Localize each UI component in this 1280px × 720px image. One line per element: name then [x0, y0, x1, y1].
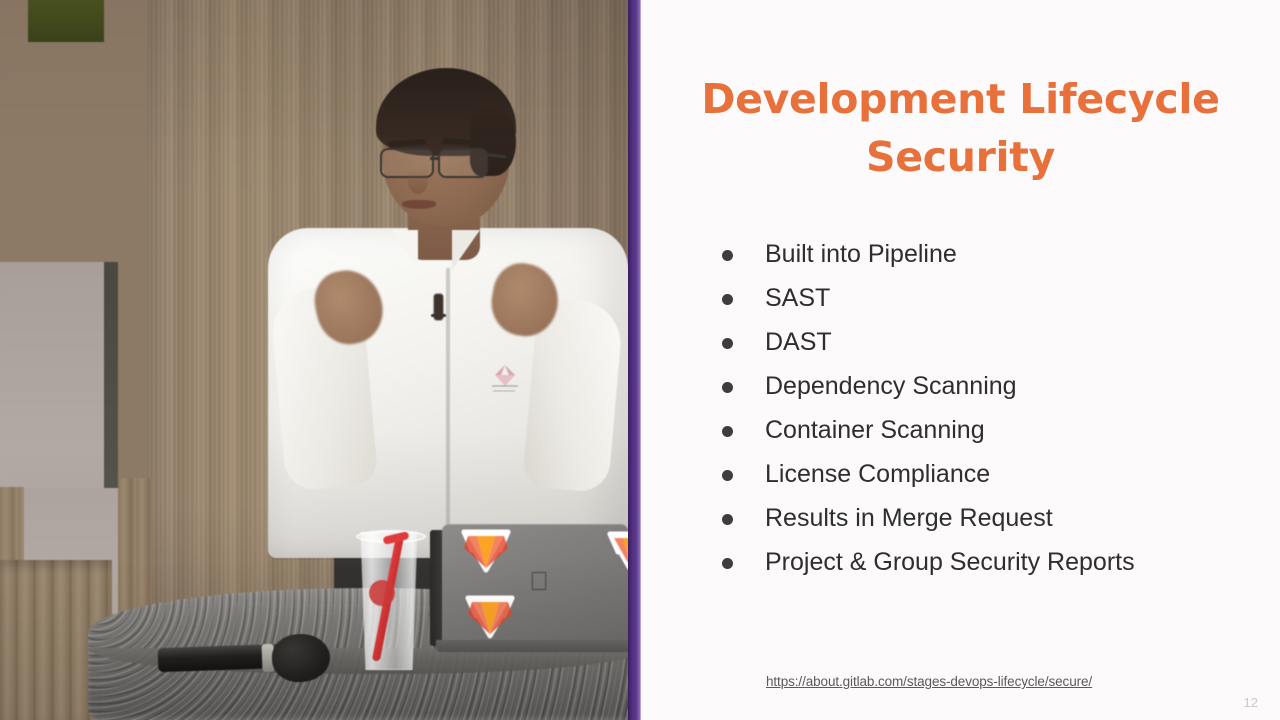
presentation-screenshot:  [0, 0, 1280, 720]
list-item-label: Project & Group Security Reports [765, 548, 1135, 576]
slide-title: Development Lifecycle Security [701, 75, 1220, 181]
speaker-mouth [402, 200, 436, 209]
eyeglass-lens-right [438, 148, 488, 178]
list-item-label: Dependency Scanning [765, 372, 1017, 400]
speaker-nose [408, 168, 428, 194]
list-item-label: Container Scanning [765, 416, 985, 444]
list-item-label: Results in Merge Request [765, 504, 1053, 532]
list-item: License Compliance [713, 452, 1273, 496]
shirt-placket [446, 268, 450, 558]
bullet-dot-icon [722, 558, 733, 569]
source-link[interactable]: https://about.gitlab.com/stages-devops-l… [766, 674, 1092, 689]
pane-divider [628, 0, 641, 720]
bullet-dot-icon [722, 382, 733, 393]
lapel-microphone-icon [431, 294, 446, 320]
slide-pane: Development Lifecycle Security Built int… [641, 0, 1280, 720]
list-item: Project & Group Security Reports [713, 540, 1273, 584]
gitlab-fox-sticker-icon [604, 530, 628, 576]
list-item: Results in Merge Request [713, 496, 1273, 540]
bullet-dot-icon [722, 426, 733, 437]
page-number: 12 [1243, 695, 1258, 710]
bullet-dot-icon [722, 470, 733, 481]
bullet-dot-icon [722, 294, 733, 305]
list-item-label: License Compliance [765, 460, 991, 488]
eyeglass-bridge [430, 157, 440, 160]
list-item-label: SAST [765, 284, 831, 312]
gitlab-pocket-logo-icon [484, 362, 526, 396]
list-item: Container Scanning [713, 408, 1273, 452]
gitlab-fox-sticker-icon [458, 528, 514, 574]
shirt-collar-right [452, 230, 480, 270]
list-item: SAST [713, 276, 1273, 320]
list-item-label: DAST [765, 328, 832, 356]
list-item: DAST [713, 320, 1273, 364]
bullet-dot-icon [722, 514, 733, 525]
shirt-collar-left [392, 230, 418, 270]
gitlab-fox-sticker-icon [462, 594, 518, 640]
bullet-dot-icon [722, 250, 733, 261]
speaker-video-pane:  [0, 0, 628, 720]
laptop-base [436, 640, 628, 652]
bullet-dot-icon [722, 338, 733, 349]
list-item-label: Built into Pipeline [765, 240, 957, 268]
slide-bullet-list: Built into Pipeline SAST DAST Dependency… [713, 232, 1273, 584]
apple-logo-icon:  [528, 568, 550, 594]
list-item: Dependency Scanning [713, 364, 1273, 408]
list-item: Built into Pipeline [713, 232, 1273, 276]
cup-brand-logo-icon [369, 580, 395, 606]
eyeglasses-icon [380, 148, 507, 178]
